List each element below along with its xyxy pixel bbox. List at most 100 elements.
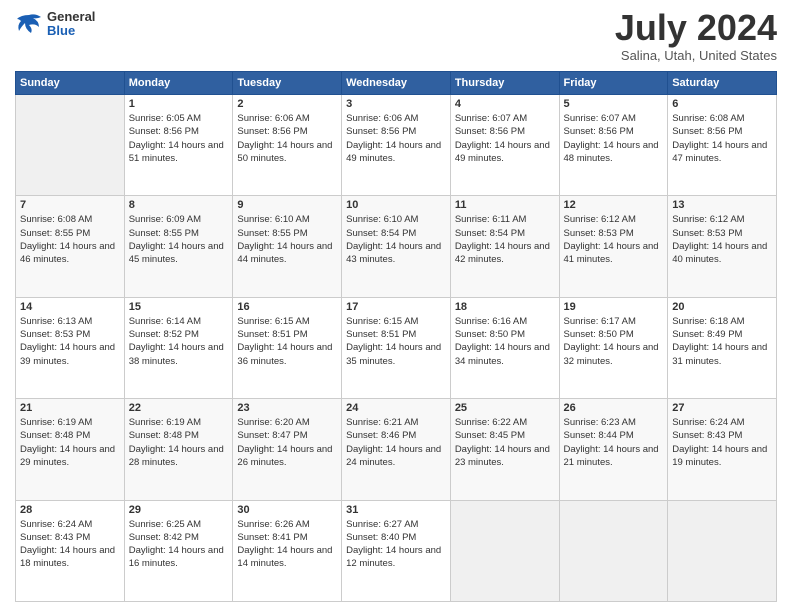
day-info: Sunrise: 6:26 AM Sunset: 8:41 PM Dayligh…	[237, 518, 337, 571]
calendar-cell: 24 Sunrise: 6:21 AM Sunset: 8:46 PM Dayli…	[342, 399, 451, 500]
day-number: 6	[672, 98, 772, 110]
day-number: 20	[672, 301, 772, 313]
calendar-cell: 18 Sunrise: 6:16 AM Sunset: 8:50 PM Dayli…	[450, 297, 559, 398]
calendar-header-thursday: Thursday	[450, 72, 559, 95]
day-number: 9	[237, 199, 337, 211]
day-number: 15	[129, 301, 229, 313]
day-number: 18	[455, 301, 555, 313]
day-info: Sunrise: 6:18 AM Sunset: 8:49 PM Dayligh…	[672, 315, 772, 368]
calendar-week-0: 1Sunrise: 6:05 AM Sunset: 8:56 PM Daylig…	[16, 95, 777, 196]
logo-general-text: General	[47, 10, 95, 24]
calendar-title: July 2024	[615, 10, 777, 46]
day-number: 28	[20, 504, 120, 516]
day-number: 8	[129, 199, 229, 211]
calendar-cell: 17 Sunrise: 6:15 AM Sunset: 8:51 PM Dayli…	[342, 297, 451, 398]
day-info: Sunrise: 6:11 AM Sunset: 8:54 PM Dayligh…	[455, 213, 555, 266]
day-info: Sunrise: 6:15 AM Sunset: 8:51 PM Dayligh…	[346, 315, 446, 368]
day-info: Sunrise: 6:06 AM Sunset: 8:56 PM Dayligh…	[346, 112, 446, 165]
day-number: 5	[564, 98, 664, 110]
day-info: Sunrise: 6:06 AM Sunset: 8:56 PM Dayligh…	[237, 112, 337, 165]
day-info: Sunrise: 6:12 AM Sunset: 8:53 PM Dayligh…	[564, 213, 664, 266]
calendar-cell: 27Sunrise: 6:24 AM Sunset: 8:43 PM Dayli…	[668, 399, 777, 500]
day-number: 24	[346, 402, 446, 414]
day-info: Sunrise: 6:20 AM Sunset: 8:47 PM Dayligh…	[237, 416, 337, 469]
day-info: Sunrise: 6:09 AM Sunset: 8:55 PM Dayligh…	[129, 213, 229, 266]
calendar-header-row: SundayMondayTuesdayWednesdayThursdayFrid…	[16, 72, 777, 95]
day-number: 12	[564, 199, 664, 211]
day-info: Sunrise: 6:07 AM Sunset: 8:56 PM Dayligh…	[564, 112, 664, 165]
logo: General Blue	[15, 10, 95, 39]
day-info: Sunrise: 6:05 AM Sunset: 8:56 PM Dayligh…	[129, 112, 229, 165]
day-info: Sunrise: 6:10 AM Sunset: 8:54 PM Dayligh…	[346, 213, 446, 266]
calendar-cell: 30 Sunrise: 6:26 AM Sunset: 8:41 PM Dayli…	[233, 500, 342, 601]
calendar-cell: 31Sunrise: 6:27 AM Sunset: 8:40 PM Dayli…	[342, 500, 451, 601]
day-number: 30	[237, 504, 337, 516]
calendar-header-tuesday: Tuesday	[233, 72, 342, 95]
day-number: 16	[237, 301, 337, 313]
calendar-cell: 19Sunrise: 6:17 AM Sunset: 8:50 PM Dayli…	[559, 297, 668, 398]
calendar-cell: 21Sunrise: 6:19 AM Sunset: 8:48 PM Dayli…	[16, 399, 125, 500]
calendar-cell: 3 Sunrise: 6:06 AM Sunset: 8:56 PM Daylig…	[342, 95, 451, 196]
calendar-cell	[668, 500, 777, 601]
calendar-cell: 10 Sunrise: 6:10 AM Sunset: 8:54 PM Dayli…	[342, 196, 451, 297]
day-number: 17	[346, 301, 446, 313]
calendar-header-wednesday: Wednesday	[342, 72, 451, 95]
calendar-cell: 28Sunrise: 6:24 AM Sunset: 8:43 PM Dayli…	[16, 500, 125, 601]
day-info: Sunrise: 6:12 AM Sunset: 8:53 PM Dayligh…	[672, 213, 772, 266]
calendar-week-2: 14 Sunrise: 6:13 AM Sunset: 8:53 PM Dayli…	[16, 297, 777, 398]
day-info: Sunrise: 6:14 AM Sunset: 8:52 PM Dayligh…	[129, 315, 229, 368]
day-info: Sunrise: 6:08 AM Sunset: 8:55 PM Dayligh…	[20, 213, 120, 266]
day-number: 7	[20, 199, 120, 211]
day-info: Sunrise: 6:25 AM Sunset: 8:42 PM Dayligh…	[129, 518, 229, 571]
calendar-week-3: 21 Sunrise: 6:19 AM Sunset: 8:48 PM Dayli…	[16, 399, 777, 500]
header: General Blue July 2024 Salina, Utah, Uni…	[15, 10, 777, 63]
day-number: 2	[237, 98, 337, 110]
calendar-cell: 1Sunrise: 6:05 AM Sunset: 8:56 PM Daylig…	[124, 95, 233, 196]
day-info: Sunrise: 6:17 AM Sunset: 8:50 PM Dayligh…	[564, 315, 664, 368]
calendar-cell: 2 Sunrise: 6:06 AM Sunset: 8:56 PM Daylig…	[233, 95, 342, 196]
day-number: 10	[346, 199, 446, 211]
calendar-cell: 22Sunrise: 6:19 AM Sunset: 8:48 PM Dayli…	[124, 399, 233, 500]
calendar-cell: 25Sunrise: 6:22 AM Sunset: 8:45 PM Dayli…	[450, 399, 559, 500]
calendar-cell: 5 Sunrise: 6:07 AM Sunset: 8:56 PM Daylig…	[559, 95, 668, 196]
calendar-cell: 15 Sunrise: 6:14 AM Sunset: 8:52 PM Dayli…	[124, 297, 233, 398]
calendar-cell: 20 Sunrise: 6:18 AM Sunset: 8:49 PM Dayli…	[668, 297, 777, 398]
calendar-cell: 14 Sunrise: 6:13 AM Sunset: 8:53 PM Dayli…	[16, 297, 125, 398]
calendar-cell: 26Sunrise: 6:23 AM Sunset: 8:44 PM Dayli…	[559, 399, 668, 500]
day-number: 23	[237, 402, 337, 414]
day-info: Sunrise: 6:21 AM Sunset: 8:46 PM Dayligh…	[346, 416, 446, 469]
logo-bird-icon	[15, 13, 43, 35]
day-number: 3	[346, 98, 446, 110]
page: General Blue July 2024 Salina, Utah, Uni…	[0, 0, 792, 612]
day-number: 14	[20, 301, 120, 313]
day-info: Sunrise: 6:07 AM Sunset: 8:56 PM Dayligh…	[455, 112, 555, 165]
calendar-cell: 23 Sunrise: 6:20 AM Sunset: 8:47 PM Dayli…	[233, 399, 342, 500]
calendar-cell: 13 Sunrise: 6:12 AM Sunset: 8:53 PM Dayli…	[668, 196, 777, 297]
day-number: 29	[129, 504, 229, 516]
day-info: Sunrise: 6:10 AM Sunset: 8:55 PM Dayligh…	[237, 213, 337, 266]
calendar-header-friday: Friday	[559, 72, 668, 95]
calendar-cell: 11 Sunrise: 6:11 AM Sunset: 8:54 PM Dayli…	[450, 196, 559, 297]
calendar-header-monday: Monday	[124, 72, 233, 95]
calendar-cell: 9 Sunrise: 6:10 AM Sunset: 8:55 PM Daylig…	[233, 196, 342, 297]
logo-blue-text: Blue	[47, 24, 95, 38]
day-number: 13	[672, 199, 772, 211]
day-number: 26	[564, 402, 664, 414]
day-number: 27	[672, 402, 772, 414]
day-info: Sunrise: 6:19 AM Sunset: 8:48 PM Dayligh…	[129, 416, 229, 469]
calendar-week-1: 7 Sunrise: 6:08 AM Sunset: 8:55 PM Daylig…	[16, 196, 777, 297]
calendar-cell	[450, 500, 559, 601]
calendar-header-saturday: Saturday	[668, 72, 777, 95]
calendar-cell: 8 Sunrise: 6:09 AM Sunset: 8:55 PM Daylig…	[124, 196, 233, 297]
logo-text: General Blue	[47, 10, 95, 39]
day-info: Sunrise: 6:22 AM Sunset: 8:45 PM Dayligh…	[455, 416, 555, 469]
day-info: Sunrise: 6:08 AM Sunset: 8:56 PM Dayligh…	[672, 112, 772, 165]
calendar-cell	[16, 95, 125, 196]
day-info: Sunrise: 6:15 AM Sunset: 8:51 PM Dayligh…	[237, 315, 337, 368]
calendar-header-sunday: Sunday	[16, 72, 125, 95]
day-info: Sunrise: 6:13 AM Sunset: 8:53 PM Dayligh…	[20, 315, 120, 368]
calendar-cell: 16 Sunrise: 6:15 AM Sunset: 8:51 PM Dayli…	[233, 297, 342, 398]
day-number: 21	[20, 402, 120, 414]
day-number: 11	[455, 199, 555, 211]
day-info: Sunrise: 6:16 AM Sunset: 8:50 PM Dayligh…	[455, 315, 555, 368]
